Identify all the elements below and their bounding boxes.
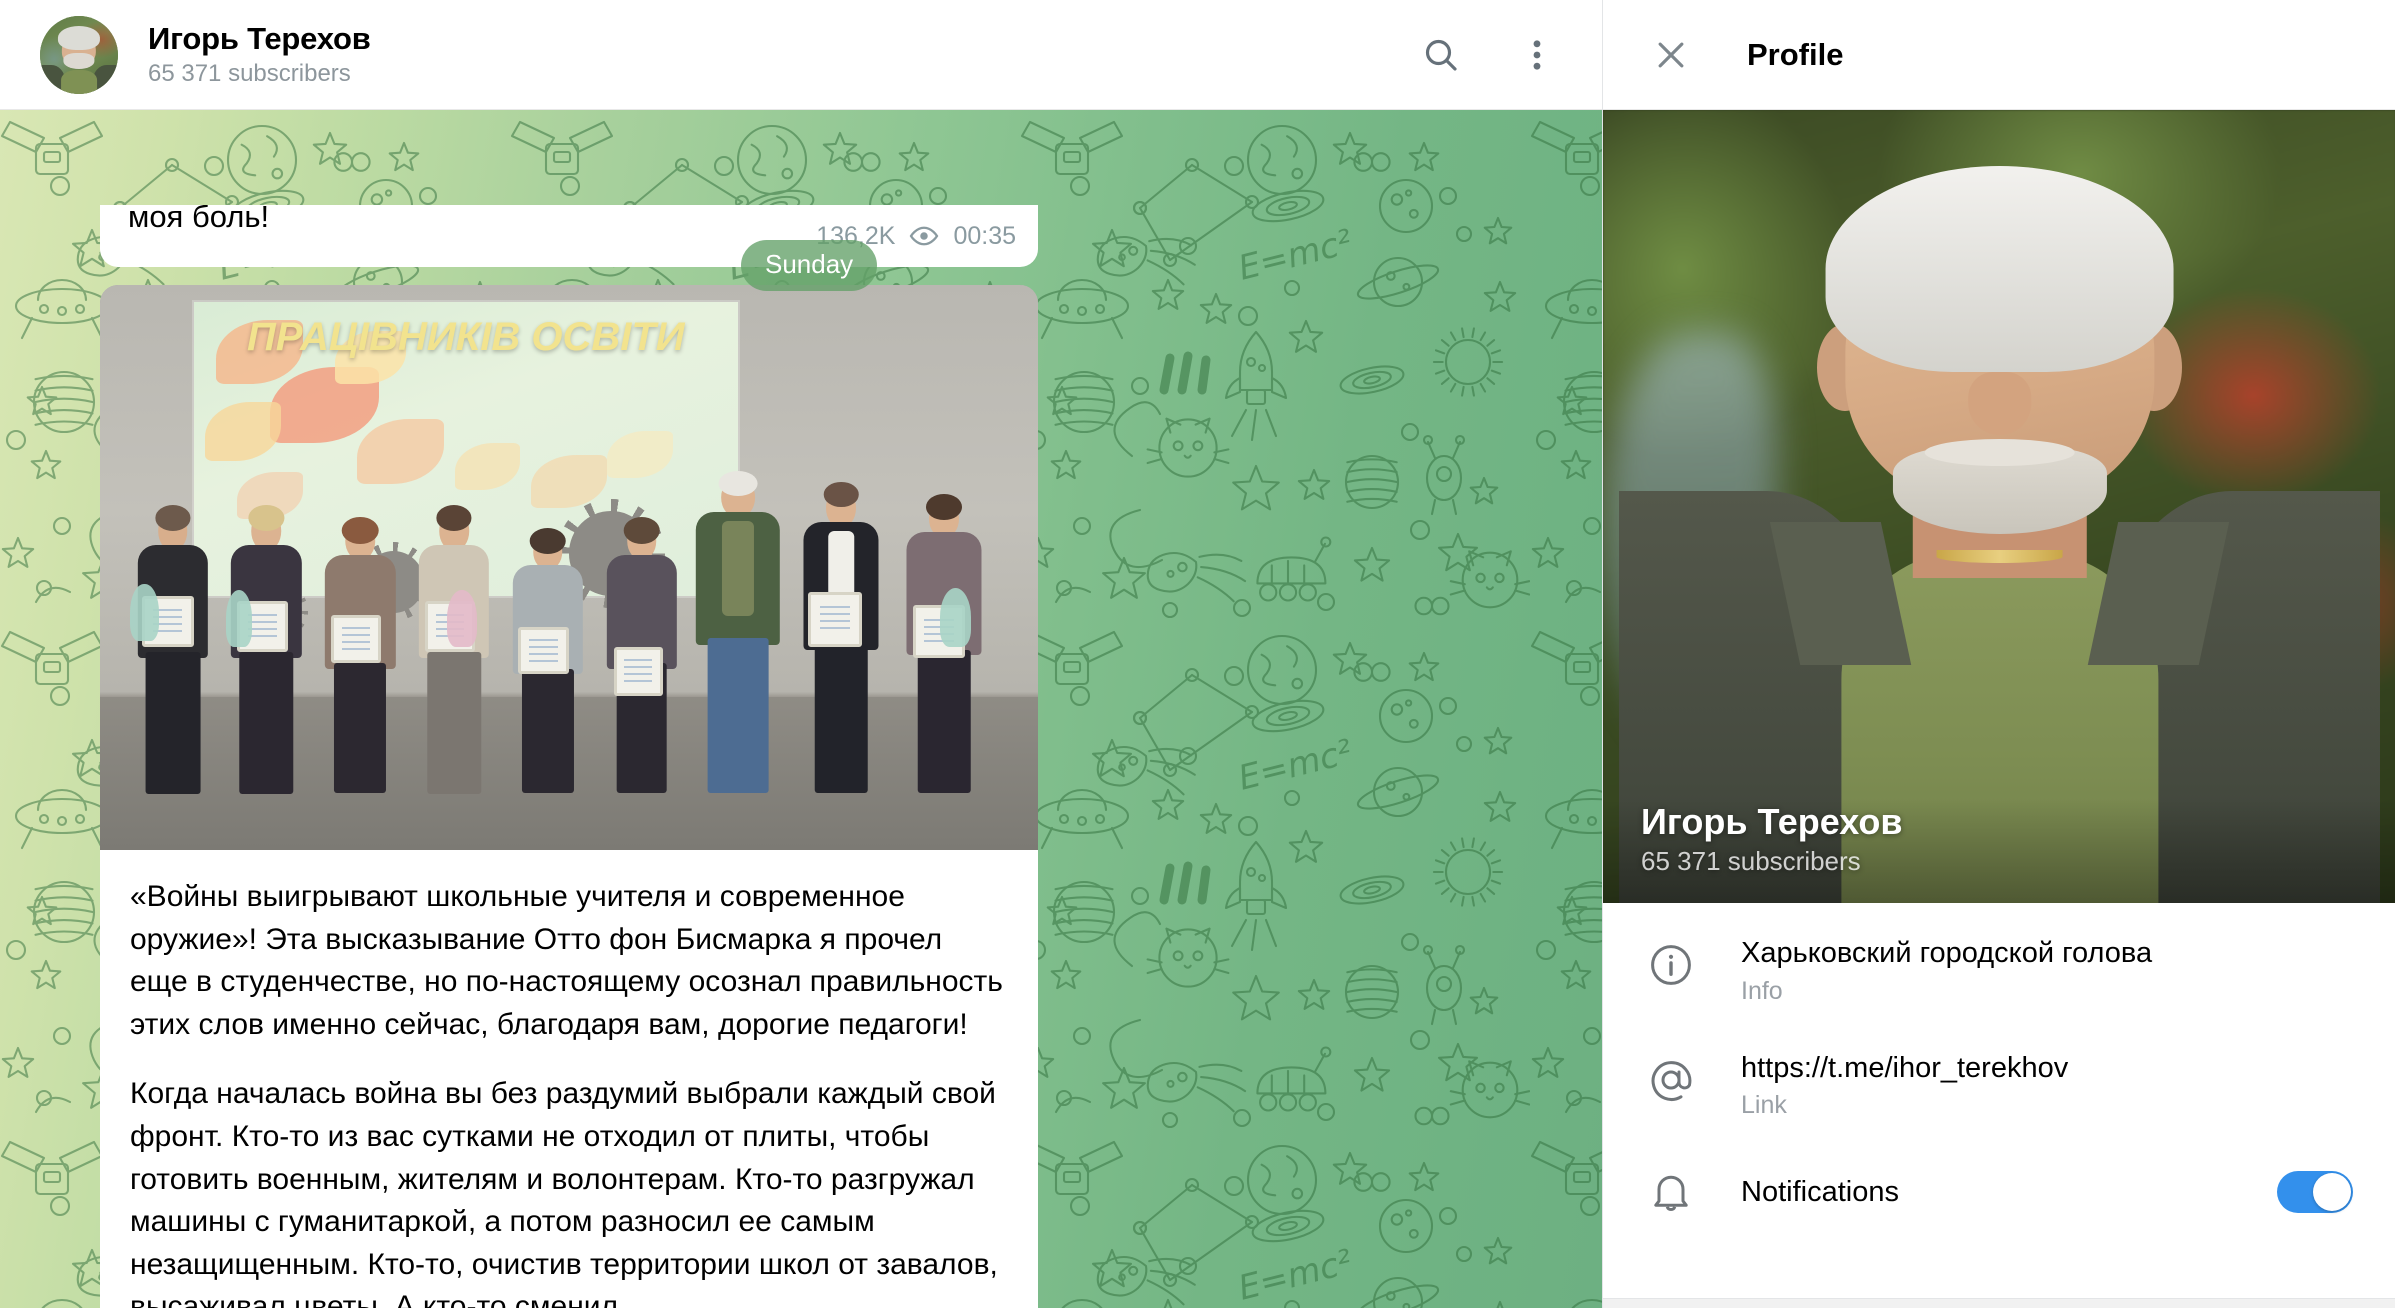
info-circle-icon xyxy=(1647,935,1709,989)
search-icon xyxy=(1421,35,1461,75)
chat-title: Игорь Терехов xyxy=(148,21,371,57)
more-vertical-icon xyxy=(1517,35,1557,75)
telegram-window: Игорь Терехов 65 371 subscribers моя бол… xyxy=(0,0,2395,1308)
chat-message-list[interactable]: моя боль! 136,2K 00:35 Sunday ПРАЦІВНИКІ… xyxy=(0,110,1602,1308)
chat-header-titles[interactable]: Игорь Терехов 65 371 subscribers xyxy=(148,21,1406,88)
eye-icon xyxy=(909,221,939,251)
person-center xyxy=(695,470,781,794)
previous-message-bubble[interactable]: моя боль! 136,2K 00:35 xyxy=(100,205,1038,267)
profile-header: Profile xyxy=(1603,0,2395,110)
profile-info-value: Харьковский городской голова xyxy=(1741,937,2153,969)
profile-info-list: Харьковский городской голова Info https:… xyxy=(1603,903,2395,1298)
profile-row-notifications[interactable]: Notifications xyxy=(1603,1142,2395,1242)
chat-subscribers-count: 65 371 subscribers xyxy=(148,59,351,87)
toggle-knob xyxy=(2313,1173,2351,1212)
profile-link-value[interactable]: https://t.me/ihor_terekhov xyxy=(1741,1050,2365,1088)
previous-message-text: моя боль! xyxy=(128,205,270,234)
profile-name: Игорь Терехов xyxy=(1641,801,1903,842)
avatar[interactable] xyxy=(40,15,118,94)
bell-icon xyxy=(1647,1168,1709,1216)
profile-title: Profile xyxy=(1747,36,1844,72)
profile-photo[interactable]: Игорь Терехов 65 371 subscribers xyxy=(1603,110,2395,903)
message-text: «Войны выигрывают школьные учителя и сов… xyxy=(100,850,1038,1308)
profile-photo-overlay: Игорь Терехов 65 371 subscribers xyxy=(1603,799,2395,903)
message-time: 00:35 xyxy=(953,221,1016,250)
screen-text: ПРАЦІВНИКІВ ОСВІТИ xyxy=(247,314,685,359)
message-bubble[interactable]: ПРАЦІВНИКІВ ОСВІТИ «Войны выигрывают шко… xyxy=(100,285,1038,1308)
search-button[interactable] xyxy=(1406,20,1476,90)
profile-subscribers: 65 371 subscribers xyxy=(1641,846,1861,876)
message-photo[interactable]: ПРАЦІВНИКІВ ОСВІТИ xyxy=(100,285,1038,850)
panel-divider xyxy=(1603,1298,2395,1308)
close-icon xyxy=(1651,35,1691,75)
chat-header-actions xyxy=(1406,20,1572,90)
messages-container: моя боль! 136,2K 00:35 Sunday ПРАЦІВНИКІ… xyxy=(0,110,1602,1308)
date-badge[interactable]: Sunday xyxy=(741,240,878,291)
notifications-label: Notifications xyxy=(1741,1175,1899,1208)
profile-panel: Profile Игорь Терехов 65 371 subscribers… xyxy=(1602,0,2395,1308)
profile-row-info[interactable]: Харьковский городской голова Info xyxy=(1603,913,2395,1028)
notifications-toggle[interactable] xyxy=(2277,1171,2353,1214)
chat-column: Игорь Терехов 65 371 subscribers моя бол… xyxy=(0,0,1602,1308)
close-profile-button[interactable] xyxy=(1645,29,1697,81)
profile-info-label: Info xyxy=(1741,976,1783,1005)
message-paragraph-2: Когда началась война вы без раздумий выб… xyxy=(130,1077,998,1308)
profile-row-link[interactable]: https://t.me/ihor_terekhov Link xyxy=(1603,1028,2395,1143)
message-paragraph-1: «Войны выигрывают школьные учителя и сов… xyxy=(130,880,1003,1041)
chat-header: Игорь Терехов 65 371 subscribers xyxy=(0,0,1602,110)
at-sign-icon xyxy=(1647,1050,1709,1104)
profile-link-label: Link xyxy=(1741,1091,1787,1120)
more-options-button[interactable] xyxy=(1502,20,1572,90)
